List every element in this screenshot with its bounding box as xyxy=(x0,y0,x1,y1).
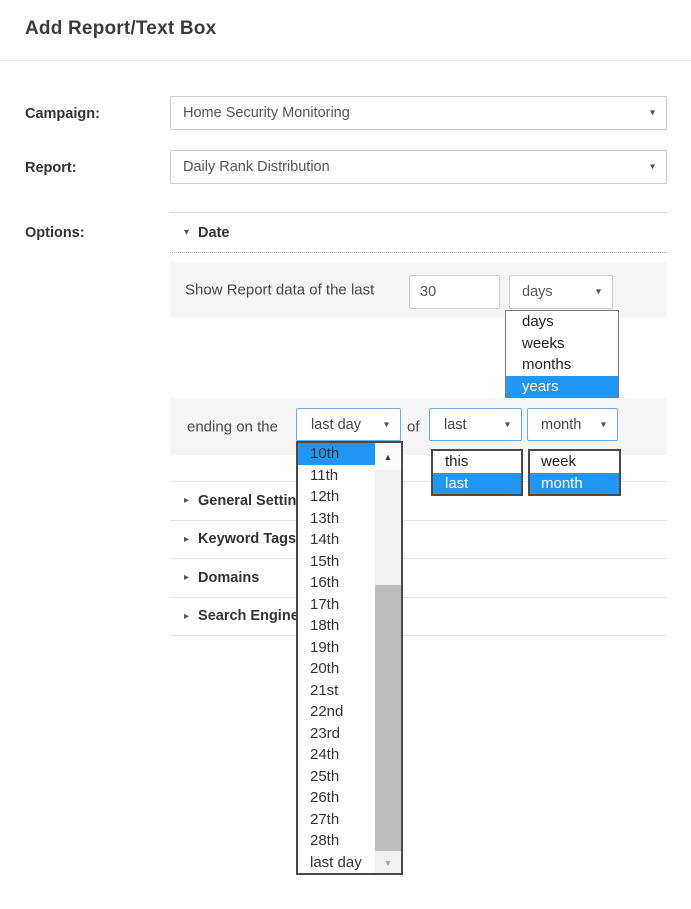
scrollbar[interactable]: ▲ ▼ xyxy=(375,443,401,873)
relative-select[interactable]: last ▾ xyxy=(429,408,522,441)
period-select[interactable]: month ▾ xyxy=(527,408,618,441)
dropdown-option[interactable]: last xyxy=(433,473,521,495)
scroll-down-button[interactable]: ▼ xyxy=(375,853,401,873)
unit-select[interactable]: days ▾ xyxy=(509,275,613,309)
arrow-down-icon: ▼ xyxy=(384,858,393,868)
add-report-dialog: Add Report/Text Box Campaign: Home Secur… xyxy=(0,0,691,909)
dropdown-option[interactable]: 19th xyxy=(298,637,375,659)
day-dropdown: 10th11th12th13th14th15th16th17th18th19th… xyxy=(296,441,403,875)
caret-down-icon: ▾ xyxy=(184,227,189,238)
dropdown-option[interactable]: weeks xyxy=(506,333,618,355)
period-dropdown: weekmonth xyxy=(528,449,621,496)
day-select[interactable]: last day ▾ xyxy=(296,408,401,441)
relative-select-value: last xyxy=(444,417,467,433)
caret-right-icon: ▸ xyxy=(184,611,189,622)
date-section-title: Date xyxy=(198,225,229,241)
of-text: of xyxy=(407,418,420,435)
dropdown-option[interactable]: 18th xyxy=(298,615,375,637)
section-header-date[interactable]: ▾ Date xyxy=(170,212,667,253)
options-accordion: ▸ General Settings ▸ Keyword Tags ▸ Doma… xyxy=(170,481,667,636)
dropdown-option[interactable]: 22nd xyxy=(298,701,375,723)
dropdown-option[interactable]: 14th xyxy=(298,529,375,551)
chevron-down-icon: ▾ xyxy=(650,108,655,119)
header-divider xyxy=(0,60,691,61)
count-input[interactable]: 30 xyxy=(409,275,500,309)
dropdown-option[interactable]: 27th xyxy=(298,809,375,831)
dropdown-option[interactable]: 17th xyxy=(298,594,375,616)
report-label: Report: xyxy=(25,160,77,176)
date-range-text: Show Report data of the last xyxy=(185,282,374,299)
dropdown-option[interactable]: 15th xyxy=(298,551,375,573)
dropdown-option[interactable]: 21st xyxy=(298,680,375,702)
scrollbar-track[interactable] xyxy=(375,470,401,853)
day-dropdown-options: 10th11th12th13th14th15th16th17th18th19th… xyxy=(298,443,375,873)
section-title: Keyword Tags xyxy=(198,531,296,547)
relative-dropdown: thislast xyxy=(431,449,523,496)
caret-right-icon: ▸ xyxy=(184,534,189,545)
chevron-down-icon: ▾ xyxy=(505,419,510,430)
dropdown-option[interactable]: years xyxy=(506,376,618,398)
campaign-select-value: Home Security Monitoring xyxy=(183,105,350,121)
dropdown-option[interactable]: 12th xyxy=(298,486,375,508)
unit-dropdown: daysweeksmonthsyears xyxy=(505,310,619,398)
scroll-up-button[interactable]: ▲ xyxy=(375,443,401,470)
date-end-row: ending on the last day ▾ of last ▾ month… xyxy=(170,398,667,455)
arrow-up-icon: ▲ xyxy=(384,452,393,462)
campaign-label: Campaign: xyxy=(25,106,100,122)
chevron-down-icon: ▾ xyxy=(384,419,389,430)
dropdown-option[interactable]: 16th xyxy=(298,572,375,594)
ending-text: ending on the xyxy=(187,418,278,435)
dropdown-option[interactable]: 23rd xyxy=(298,723,375,745)
dropdown-option[interactable]: 20th xyxy=(298,658,375,680)
dropdown-option[interactable]: days xyxy=(506,311,618,333)
dropdown-option[interactable]: 13th xyxy=(298,508,375,530)
report-select[interactable]: Daily Rank Distribution ▾ xyxy=(170,150,667,184)
dropdown-option[interactable]: this xyxy=(433,451,521,473)
dropdown-option[interactable]: 28th xyxy=(298,830,375,852)
chevron-down-icon: ▾ xyxy=(650,162,655,173)
report-select-value: Daily Rank Distribution xyxy=(183,159,330,175)
caret-right-icon: ▸ xyxy=(184,572,189,583)
dropdown-option[interactable]: last day xyxy=(298,852,375,874)
chevron-down-icon: ▾ xyxy=(596,287,601,298)
section-title: Search Engines xyxy=(198,608,307,624)
unit-select-value: days xyxy=(522,284,553,300)
caret-right-icon: ▸ xyxy=(184,495,189,506)
section-header-domains[interactable]: ▸ Domains xyxy=(170,558,667,597)
dropdown-option[interactable]: 26th xyxy=(298,787,375,809)
chevron-down-icon: ▾ xyxy=(601,419,606,430)
period-select-value: month xyxy=(541,417,581,433)
options-label: Options: xyxy=(25,225,85,241)
dropdown-option[interactable]: 24th xyxy=(298,744,375,766)
dropdown-option[interactable]: 25th xyxy=(298,766,375,788)
campaign-select[interactable]: Home Security Monitoring ▾ xyxy=(170,96,667,130)
dropdown-option[interactable]: month xyxy=(530,473,619,495)
day-select-value: last day xyxy=(311,417,361,433)
dropdown-option[interactable]: months xyxy=(506,354,618,376)
section-header-keyword-tags[interactable]: ▸ Keyword Tags xyxy=(170,520,667,559)
count-input-value: 30 xyxy=(420,284,436,300)
page-title: Add Report/Text Box xyxy=(25,18,216,40)
dropdown-option[interactable]: 11th xyxy=(298,465,375,487)
dropdown-option[interactable]: 10th xyxy=(298,443,375,465)
section-header-search-engines[interactable]: ▸ Search Engines xyxy=(170,597,667,636)
scrollbar-thumb[interactable] xyxy=(375,585,401,851)
section-title: Domains xyxy=(198,570,259,586)
dropdown-option[interactable]: week xyxy=(530,451,619,473)
